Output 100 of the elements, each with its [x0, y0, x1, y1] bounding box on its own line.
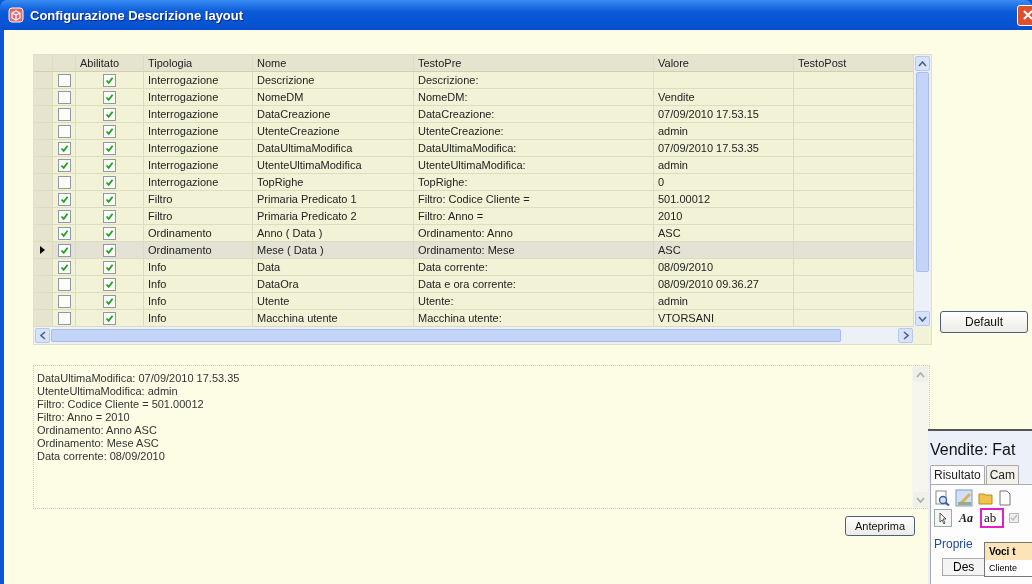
scroll-up-icon[interactable] — [915, 56, 930, 71]
checkbox[interactable] — [57, 124, 71, 138]
table-row[interactable]: Interrogazione NomeDM NomeDM: Vendite — [34, 89, 914, 106]
scroll-up-icon[interactable] — [913, 367, 928, 382]
table-row[interactable]: Ordinamento Anno ( Data ) Ordinamento: Anno ASC — [34, 225, 914, 242]
table-row[interactable]: Interrogazione DataCreazione DataCreazione: 07/09/2010 17.53.15 — [34, 106, 914, 123]
checkbox[interactable] — [57, 107, 71, 121]
preview-button[interactable]: Anteprima — [845, 516, 915, 536]
pointer-icon[interactable] — [934, 509, 952, 527]
checkbox[interactable] — [103, 175, 116, 189]
table-cell: Interrogazione — [148, 108, 219, 120]
checkbox[interactable] — [103, 141, 116, 155]
checkbox[interactable] — [103, 226, 116, 240]
folder-icon[interactable] — [978, 490, 994, 506]
checkbox[interactable] — [57, 311, 71, 325]
checkbox[interactable] — [103, 158, 116, 172]
preview-line: Ordinamento: Anno ASC — [37, 424, 158, 437]
checkbox[interactable] — [57, 192, 71, 206]
scroll-down-icon[interactable] — [915, 311, 930, 326]
table-cell: DataCreazione — [257, 108, 331, 120]
table-row[interactable]: Info Macchina utente Macchina utente: VTORSANI — [34, 310, 914, 327]
table-cell: DataUltimaModifica: — [418, 142, 517, 154]
checkbox[interactable] — [103, 73, 116, 87]
default-button[interactable]: Default — [940, 311, 1028, 333]
checkbox[interactable] — [103, 243, 116, 257]
table-row[interactable]: Info DataOra Data e ora corrente: 08/09/2010 09.36.27 — [34, 276, 914, 293]
checkbox[interactable] — [103, 192, 116, 206]
table-cell: DataUltimaModifica — [257, 142, 353, 154]
table-cell: Macchina utente — [257, 312, 338, 324]
scroll-right-icon[interactable] — [898, 328, 913, 343]
table-cell: Descrizione — [257, 74, 315, 86]
checkbox[interactable] — [103, 90, 116, 104]
table-cell: DataOra — [257, 278, 299, 290]
table-cell: UtenteUltimaModifica — [257, 159, 362, 171]
table-cell: 07/09/2010 17.53.15 — [658, 108, 759, 120]
table-cell: Anno ( Data ) — [257, 227, 323, 239]
checkbox[interactable] — [57, 260, 71, 274]
text-tool-button[interactable]: ab — [980, 508, 1005, 528]
table-cell: UtenteUltimaModifica: — [418, 159, 526, 171]
checkbox[interactable] — [103, 277, 116, 291]
table-row[interactable]: Interrogazione DataUltimaModifica DataUltimaModifica: 07/09/2010 17.53.35 — [34, 140, 914, 157]
page-icon[interactable] — [999, 490, 1011, 506]
table-cell: 2010 — [658, 210, 683, 222]
table-row[interactable]: Ordinamento Mese ( Data ) Ordinamento: Mese ASC — [34, 242, 914, 259]
checkbox[interactable] — [57, 175, 71, 189]
checkbox[interactable] — [57, 90, 71, 104]
table-cell: 08/09/2010 09.36.27 — [658, 278, 759, 290]
table-row[interactable]: Interrogazione UtenteUltimaModifica UtenteUltimaModifica: admin — [34, 157, 914, 174]
checkbox[interactable] — [103, 311, 116, 325]
table-cell: 0 — [658, 176, 665, 188]
table-cell: Info — [148, 295, 167, 307]
table-cell: Interrogazione — [148, 74, 219, 86]
checkbox[interactable] — [57, 243, 71, 257]
table-row[interactable]: Filtro Primaria Predicato 2 Filtro: Anno = 2010 — [34, 208, 914, 225]
table-row[interactable]: Info Data Data corrente: 08/09/2010 — [34, 259, 914, 276]
table-row[interactable]: Filtro Primaria Predicato 1 Filtro: Codice Cliente = 501.00012 — [34, 191, 914, 208]
checkbox[interactable] — [57, 209, 71, 223]
table-row[interactable]: Interrogazione UtenteCreazione UtenteCreazione: admin — [34, 123, 914, 140]
window-title: Vendite: Fat — [929, 440, 1017, 459]
table-cell: Primaria Predicato 2 — [257, 210, 357, 222]
font-tool-button[interactable]: Aa — [957, 510, 975, 526]
description-button[interactable]: Des — [942, 558, 986, 576]
close-icon[interactable] — [1022, 10, 1032, 20]
table-cell: Interrogazione — [148, 91, 219, 103]
checkbox[interactable] — [103, 107, 116, 121]
checkbox[interactable] — [103, 209, 116, 223]
tooltip-item: Cliente — [988, 562, 1018, 575]
preview-line: Filtro: Codice Cliente = 501.00012 — [37, 398, 205, 411]
checkbox[interactable] — [57, 158, 71, 172]
table-cell: Ordinamento — [148, 244, 212, 256]
vertical-scrollbar[interactable] — [914, 55, 931, 327]
table-row[interactable]: Info Utente Utente: admin — [34, 293, 914, 310]
table-cell: Data e ora corrente: — [418, 278, 516, 290]
table-cell: Data — [257, 261, 281, 273]
table-cell: TopRighe: — [418, 176, 468, 188]
checkbox[interactable] — [57, 226, 71, 240]
checkbox-icon[interactable] — [1009, 513, 1020, 523]
preview-text-area[interactable]: DataUltimaModifica: 07/09/2010 17.53.35 UtenteUltimaModifica: admin Filtro: Codice Cliente = 501.00012 Filtro: Anno = 2010 Ordinamento: Anno ASC Ordinamento: Mese ASC Data corrente: 08/09/2010 — [33, 365, 930, 509]
checkbox[interactable] — [57, 141, 71, 155]
row-header[interactable] — [34, 242, 53, 259]
table-row[interactable]: Interrogazione TopRighe TopRighe: 0 — [34, 174, 914, 191]
table-cell: Filtro — [148, 210, 173, 222]
table-cell: Primaria Predicato 1 — [257, 193, 357, 205]
row-pointer-icon — [40, 246, 45, 254]
tab[interactable]: Risultato — [930, 465, 985, 484]
checkbox[interactable] — [103, 260, 116, 274]
scroll-left-icon[interactable] — [35, 328, 50, 343]
tab[interactable]: Cam — [985, 465, 1020, 484]
horizontal-scrollbar[interactable] — [34, 327, 914, 344]
table-cell: admin — [658, 295, 688, 307]
checkbox[interactable] — [103, 124, 116, 138]
checkbox[interactable] — [103, 294, 116, 308]
checkbox[interactable] — [57, 277, 71, 291]
magnifier-page-icon[interactable] — [934, 490, 950, 506]
checkbox[interactable] — [57, 294, 71, 308]
checkbox[interactable] — [57, 73, 71, 87]
scroll-down-icon[interactable] — [913, 492, 928, 507]
cube-icon — [8, 7, 24, 23]
table-row[interactable]: Interrogazione Descrizione Descrizione: — [34, 72, 914, 89]
close-button[interactable] — [1017, 4, 1032, 26]
